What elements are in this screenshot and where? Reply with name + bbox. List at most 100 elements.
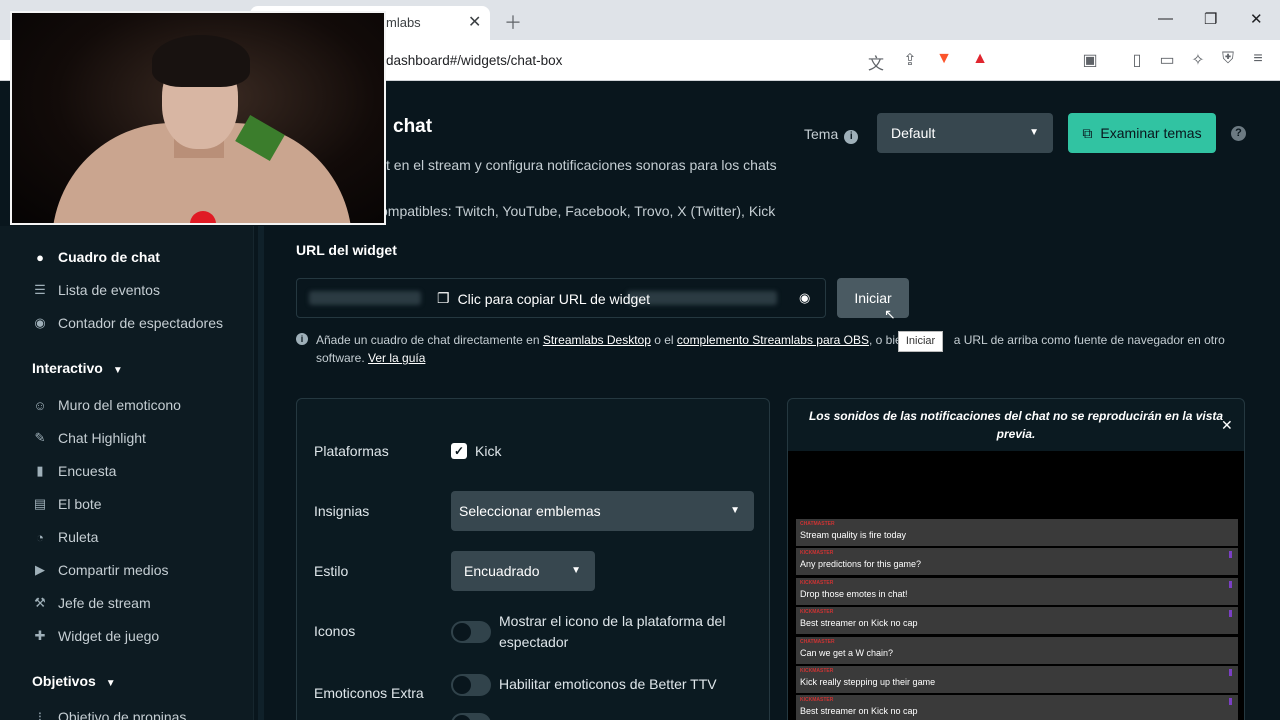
close-icon[interactable]: ✕ (1221, 417, 1233, 434)
chat-message: KICKMASTER Kick really stepping up their… (796, 666, 1238, 693)
minimize-icon[interactable]: — (1158, 10, 1173, 27)
mouse-cursor-icon: ↖ (884, 306, 896, 322)
style-select[interactable]: Encuadrado ▼ (451, 551, 595, 591)
sidebar-item-label: Lista de eventos (58, 282, 160, 298)
window-close-icon[interactable]: ✕ (1250, 10, 1263, 28)
goal-icon: ⁝ (37, 709, 43, 720)
chat-username: KICKMASTER (800, 697, 834, 703)
share-icon[interactable]: ⇪ (900, 50, 920, 70)
widget-url-field[interactable]: ❐ Clic para copiar URL de widget ◉ (296, 278, 826, 318)
kick-checkbox[interactable]: ✓ (451, 443, 467, 459)
style-select-value: Encuadrado (464, 563, 540, 579)
kick-checkbox-label: Kick (475, 443, 502, 459)
explore-themes-button[interactable]: ⧉ Examinar temas (1068, 113, 1216, 153)
theme-select[interactable]: Default ▼ (877, 113, 1053, 153)
blurred-url (309, 291, 421, 305)
reader-icon[interactable]: ▣ (1080, 50, 1100, 70)
preview-sound-note: Los sonidos de las notificaciones del ch… (808, 409, 1224, 441)
bat-rewards-icon[interactable]: ▲ (970, 50, 990, 68)
note-text: o el (650, 333, 677, 347)
iniciar-button[interactable]: Iniciar (837, 278, 909, 318)
jar-icon: ▤ (33, 496, 47, 511)
sidebar-item-ruleta[interactable]: ◔ Ruleta (32, 529, 98, 545)
widget-url-label: URL del widget (296, 242, 397, 258)
url-text[interactable]: dashboard#/widgets/chat-box (386, 53, 562, 68)
sidebar-item-chat-highlight[interactable]: ✎ Chat Highlight (32, 430, 146, 446)
section-label: Interactivo (32, 360, 103, 376)
chat-text: Best streamer on Kick no cap (800, 706, 918, 716)
caret-down-icon: ▼ (105, 678, 116, 689)
next-toggle[interactable] (451, 713, 491, 720)
bttv-toggle[interactable] (451, 674, 491, 696)
sidebar-item-objetivo-propinas[interactable]: ⁝ Objetivo de propinas (32, 709, 187, 720)
sidebar-item-label: Objetivo de propinas (58, 709, 187, 720)
section-objetivos[interactable]: Objetivos ▼ (32, 673, 116, 689)
chat-message: CHATMASTER Can we get a W chain? (796, 637, 1238, 664)
hammer-icon: ⚒ (34, 595, 46, 610)
leo-ai-icon[interactable]: ✧ (1188, 50, 1208, 70)
badges-select[interactable]: Seleccionar emblemas ▼ (451, 491, 754, 531)
sidebar-item-label: Compartir medios (58, 562, 169, 578)
chat-username: CHATMASTER (800, 639, 835, 645)
caret-down-icon: ▼ (112, 365, 123, 376)
sidebar-item-jefe-de-stream[interactable]: ⚒ Jefe de stream (32, 595, 150, 611)
bttv-toggle-label: Habilitar emoticonos de Better TTV (499, 676, 717, 692)
close-icon[interactable]: ✕ (468, 12, 481, 32)
chat-text: Any predictions for this game? (800, 559, 922, 569)
copy-url-button[interactable]: ❐ Clic para copiar URL de widget (437, 290, 650, 307)
compatible-platforms: ompatibles: Twitch, YouTube, Facebook, T… (380, 203, 776, 219)
sidebar-item-label: Widget de juego (58, 628, 160, 644)
sidebar-item-muro[interactable]: ☺ Muro del emoticono (32, 397, 181, 413)
sidebar-item-widget-de-juego[interactable]: ✚ Widget de juego (32, 628, 160, 644)
obs-plugin-link[interactable]: complemento Streamlabs para OBS (677, 333, 869, 347)
chat-username: KICKMASTER (800, 580, 834, 586)
kick-badge-icon (1229, 669, 1232, 676)
copy-url-label: Clic para copiar URL de widget (457, 290, 651, 307)
chevron-down-icon: ▼ (730, 505, 740, 516)
sidebar-item-contador[interactable]: ◉ Contador de espectadores (32, 315, 223, 331)
smiley-icon: ☺ (33, 397, 47, 413)
platforms-label: Plataformas (314, 443, 389, 459)
wallet-icon[interactable]: ▭ (1157, 50, 1177, 70)
sidebar-toggle-icon[interactable]: ▯ (1127, 50, 1147, 70)
chat-preview: Los sonidos de las notificaciones del ch… (787, 398, 1245, 720)
menu-icon[interactable]: ≡ (1248, 50, 1268, 68)
chat-username: KICKMASTER (800, 668, 834, 674)
sidebar-item-compartir-medios[interactable]: ▶ Compartir medios (32, 562, 168, 578)
explore-themes-label: Examinar temas (1100, 125, 1202, 141)
chat-username: CHATMASTER (800, 521, 835, 527)
webcam-overlay (10, 11, 386, 225)
toggle-knob (453, 623, 471, 641)
icons-label: Iconos (314, 623, 356, 639)
sidebar-item-encuesta[interactable]: ▮ Encuesta (32, 463, 116, 479)
toggle-knob (453, 676, 471, 694)
chat-message: KICKMASTER Best streamer on Kick no cap (796, 607, 1238, 634)
chat-text: Can we get a W chain? (800, 648, 894, 658)
new-tab-icon[interactable]: ＋ (504, 9, 522, 35)
sidebar-item-cuadro-de-chat[interactable]: ● Cuadro de chat (32, 249, 160, 265)
sidebar-scrollbar[interactable] (258, 226, 264, 720)
section-interactivo[interactable]: Interactivo ▼ (32, 360, 123, 376)
tooltip: Iniciar (898, 331, 943, 352)
tab-title: mlabs (386, 15, 421, 30)
help-icon[interactable]: ? (1231, 126, 1246, 141)
section-label: Objetivos (32, 673, 96, 689)
sidebar-item-lista-de-eventos[interactable]: ☰ Lista de eventos (32, 282, 160, 298)
vpn-icon[interactable]: ⛨ (1218, 50, 1238, 68)
widget-help-note: i Añade un cuadro de chat directamente e… (296, 331, 1226, 367)
sidebar-item-label: Cuadro de chat (58, 249, 160, 265)
eye-icon[interactable]: ◉ (799, 290, 810, 306)
chat-username: KICKMASTER (800, 550, 834, 556)
guide-link[interactable]: Ver la guía (368, 351, 425, 365)
translate-icon[interactable]: 文 (866, 50, 886, 74)
info-icon[interactable]: i (844, 130, 859, 144)
restore-icon[interactable]: ❐ (1204, 10, 1217, 28)
theme-label: Tema i (804, 126, 859, 144)
note-text: Añade un cuadro de chat directamente en (316, 333, 543, 347)
brave-shield-icon[interactable]: ▼ (934, 50, 954, 68)
page-title: chat (393, 116, 433, 137)
settings-panel: Plataformas ✓ Kick Insignias Seleccionar… (296, 398, 770, 720)
platform-icon-toggle[interactable] (451, 621, 491, 643)
sidebar-item-el-bote[interactable]: ▤ El bote (32, 496, 102, 512)
streamlabs-desktop-link[interactable]: Streamlabs Desktop (543, 333, 651, 347)
